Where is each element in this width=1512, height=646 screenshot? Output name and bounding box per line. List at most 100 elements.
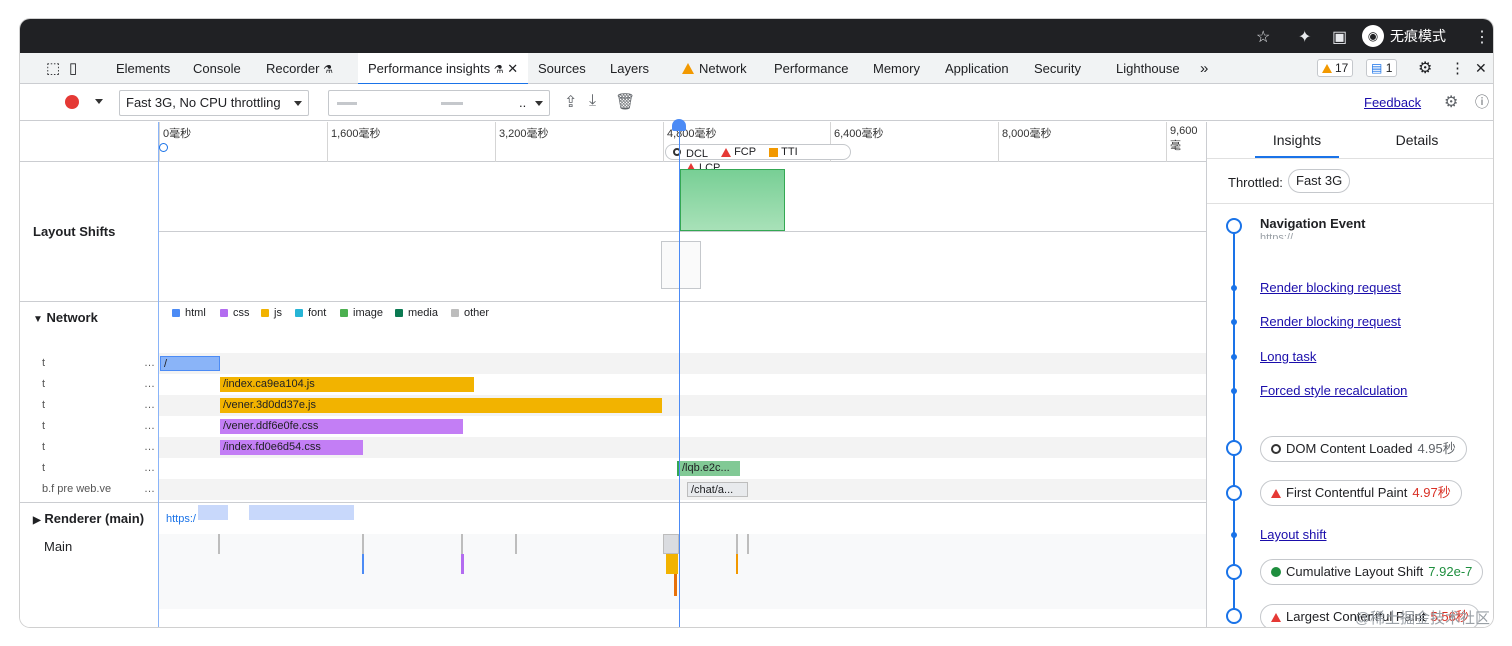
record-button[interactable] [65, 95, 79, 109]
ruler-tick: 1,600毫秒 [327, 122, 495, 162]
task-mark[interactable] [747, 534, 749, 554]
request-label: t… [42, 357, 157, 369]
star-icon[interactable]: ☆ [1256, 27, 1270, 47]
task-mark[interactable] [461, 554, 464, 574]
task-mark[interactable] [218, 534, 220, 554]
request-bar-js[interactable]: /vener.3d0dd37e.js [220, 398, 662, 413]
render-blocking-request-link[interactable]: Render blocking request [1260, 280, 1401, 295]
request-bar-other[interactable]: /chat/a... [687, 482, 748, 497]
network-section-toggle[interactable]: ▼ Network [33, 310, 98, 325]
dcl-marker[interactable]: DCL [686, 147, 708, 161]
messages-count: 1 [1385, 61, 1393, 75]
settings-gear-icon[interactable]: ⚙ [1444, 92, 1458, 112]
settings-gear-icon[interactable]: ⚙ [1418, 53, 1432, 84]
render-blocking-request-link[interactable]: Render blocking request [1260, 314, 1401, 329]
tab-elements[interactable]: Elements [116, 53, 170, 84]
tab-performance[interactable]: Performance [774, 53, 848, 84]
timeline-cursor[interactable] [679, 122, 680, 627]
layout-shift-link[interactable]: Layout shift [1260, 527, 1327, 542]
throttling-select[interactable]: Fast 3G, No CPU throttling [119, 90, 309, 116]
recording-select[interactable]: .. [328, 90, 550, 116]
tab-lighthouse[interactable]: Lighthouse [1116, 53, 1180, 84]
warnings-badge[interactable]: 17 [1317, 59, 1354, 77]
tab-network-label: Network [699, 61, 747, 76]
more-tabs-icon[interactable]: » [1200, 53, 1208, 84]
dcl-insight[interactable]: DOM Content Loaded 4.95秒 [1260, 436, 1467, 462]
fcp-label: First Contentful Paint [1286, 485, 1408, 500]
request-bar-css[interactable]: /vener.ddf6e0fe.css [220, 419, 463, 434]
devtools-window: ☆ ✦ ▣ ◉ 无痕模式 ⋮ ⬚ ▯ Elements Console Reco… [20, 19, 1493, 627]
navigation-event-url[interactable]: https://... [1260, 232, 1302, 239]
tab-insights[interactable]: Insights [1255, 122, 1339, 158]
task-mark[interactable] [362, 554, 364, 574]
collapsed-triangle-icon: ▶ [33, 515, 41, 526]
request-bar-css[interactable]: /index.fd0e6d54.css [220, 440, 363, 455]
tab-sources[interactable]: Sources [538, 53, 586, 84]
tab-console[interactable]: Console [193, 53, 241, 84]
legend-label: media [408, 307, 438, 319]
task-mark[interactable] [674, 574, 677, 596]
divider [20, 301, 1206, 302]
download-icon[interactable]: ⤓ [589, 92, 596, 110]
task-mark[interactable] [736, 554, 738, 574]
close-icon[interactable]: ✕ [507, 61, 518, 76]
help-icon[interactable]: ⓘ [1475, 92, 1489, 112]
tab-layers[interactable]: Layers [610, 53, 649, 84]
table-row[interactable] [159, 479, 1206, 500]
kebab-menu-icon[interactable]: ⋮ [1474, 27, 1490, 47]
renderer-url[interactable]: https:/ [166, 513, 196, 525]
dcl-value: 4.95秒 [1417, 441, 1456, 456]
upload-icon[interactable]: ⇪ [564, 92, 577, 112]
forced-style-recalculation-link[interactable]: Forced style recalculation [1260, 383, 1407, 398]
tab-security[interactable]: Security [1034, 53, 1081, 84]
layout-shift-block[interactable] [680, 169, 785, 231]
request-bar-js[interactable]: /index.ca9ea104.js [220, 377, 474, 392]
message-icon: ▤ [1371, 61, 1383, 75]
tab-recorder-label: Recorder [266, 61, 320, 76]
cls-label: Cumulative Layout Shift [1286, 564, 1424, 579]
task-mark[interactable] [461, 534, 463, 554]
task-mark[interactable] [736, 534, 738, 554]
blurred-text [249, 505, 354, 520]
delete-icon[interactable]: 🗑 [615, 92, 635, 112]
more-options-icon[interactable]: ⋮ [1450, 53, 1465, 84]
request-bar-image[interactable]: /lqb.e2c... [677, 461, 740, 476]
request-ellipsis: … [144, 378, 155, 390]
extensions-icon[interactable]: ✦ [1298, 27, 1311, 47]
table-row[interactable] [159, 353, 1206, 374]
renderer-section-toggle[interactable]: ▶ Renderer (main) [33, 511, 144, 526]
task-mark[interactable] [515, 534, 517, 554]
task-block[interactable] [666, 554, 678, 574]
tab-memory[interactable]: Memory [873, 53, 920, 84]
tab-details[interactable]: Details [1375, 122, 1459, 158]
incognito-indicator[interactable]: ◉ 无痕模式 [1362, 24, 1446, 48]
long-task-link[interactable]: Long task [1260, 349, 1316, 364]
record-menu-chevron-down-icon[interactable] [95, 99, 103, 104]
task-block[interactable] [663, 534, 679, 554]
task-mark[interactable] [362, 534, 364, 554]
tab-application[interactable]: Application [945, 53, 1009, 84]
inspect-element-icon[interactable]: ⬚ [46, 53, 60, 84]
sidepanel-icon[interactable]: ▣ [1332, 27, 1347, 47]
tab-performance-insights[interactable]: Performance insights ⚗ ✕ [358, 53, 529, 85]
request-label: t… [42, 378, 157, 390]
feedback-link[interactable]: Feedback [1364, 95, 1421, 110]
tab-network[interactable]: Network [682, 53, 747, 84]
io-thread-label: IO [44, 624, 58, 627]
layout-shift-thumbnail[interactable] [661, 241, 701, 289]
fcp-insight[interactable]: First Contentful Paint 4.97秒 [1260, 480, 1462, 506]
tti-marker[interactable]: TTI [769, 145, 798, 159]
legend-other: other [451, 307, 489, 319]
cls-insight[interactable]: Cumulative Layout Shift 7.92e-7 [1260, 559, 1484, 585]
tab-recorder[interactable]: Recorder ⚗ [266, 53, 333, 84]
request-bar-html[interactable]: / [160, 356, 220, 371]
request-label: t… [42, 399, 157, 411]
legend-label: image [353, 307, 383, 319]
messages-badge[interactable]: ▤ 1 [1366, 59, 1398, 77]
chevron-down-icon [535, 101, 543, 106]
request-name: t [42, 462, 46, 474]
device-toolbar-icon[interactable]: ▯ [69, 53, 77, 84]
legend-label: font [308, 307, 327, 319]
close-devtools-icon[interactable]: ✕ [1475, 53, 1487, 84]
fcp-marker[interactable]: FCP [721, 145, 756, 159]
